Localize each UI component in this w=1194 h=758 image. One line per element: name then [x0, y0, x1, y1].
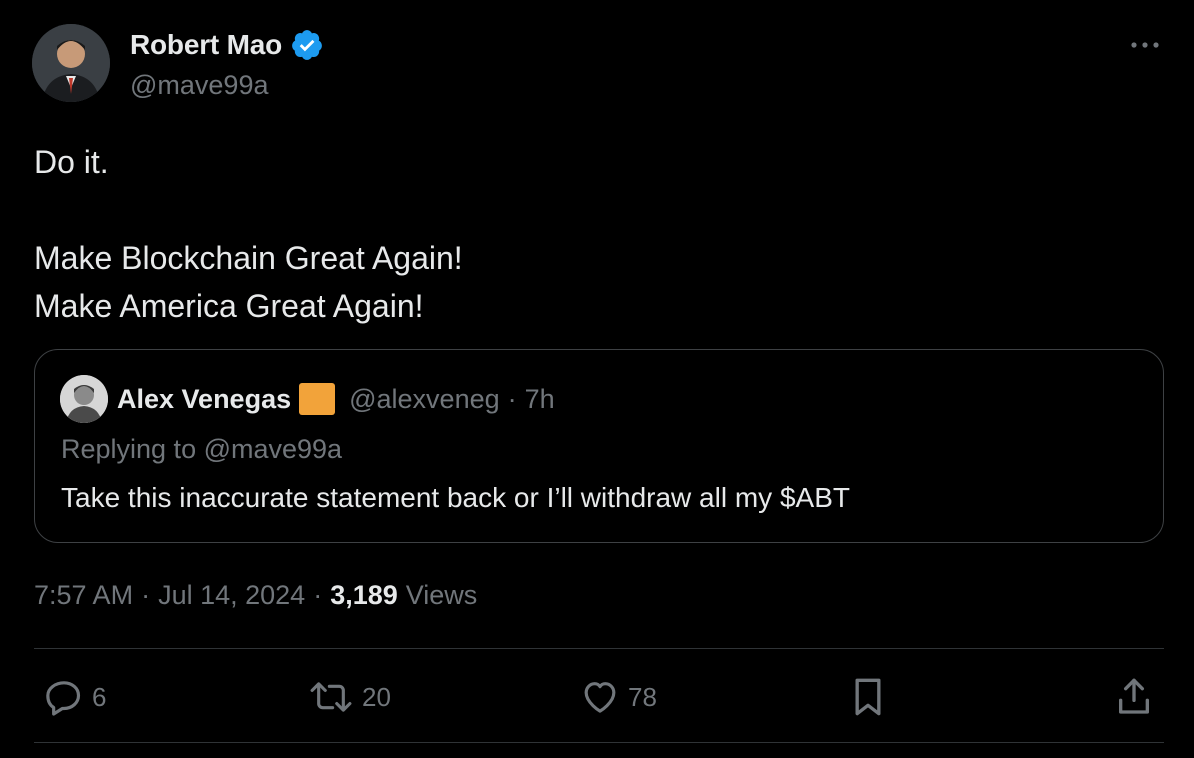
- reply-icon: [46, 681, 81, 716]
- quoted-tweet-card[interactable]: Alex Venegas @alexveneg · 7h Replying to…: [34, 349, 1164, 543]
- author-display-name[interactable]: Robert Mao: [130, 29, 282, 61]
- tweet-text-line: Make America Great Again!: [34, 288, 424, 324]
- heart-icon: [584, 682, 616, 713]
- quoted-author-avatar[interactable]: [60, 375, 108, 423]
- verified-badge-icon[interactable]: [290, 28, 324, 62]
- views-count: 3,189: [330, 580, 398, 610]
- quoted-header: Alex Venegas @alexveneg · 7h: [117, 383, 555, 415]
- tweet: Robert Mao @mave99a Do it. Make Blockcha…: [0, 0, 1194, 758]
- quoted-separator: ·: [507, 383, 517, 414]
- quoted-time: 7h: [524, 383, 555, 414]
- more-dots-icon: [1131, 42, 1159, 48]
- bookmark-button[interactable]: [848, 672, 888, 722]
- avatar-image: [32, 24, 110, 102]
- reply-button[interactable]: 6: [44, 672, 106, 722]
- tweet-text: Do it. Make Blockchain Great Again! Make…: [34, 138, 463, 330]
- action-bar: 6 20 78: [34, 672, 1164, 722]
- author-handle[interactable]: @mave99a: [130, 70, 268, 101]
- tweet-meta: 7:57 AM · Jul 14, 2024 · 3,189 Views: [34, 580, 477, 611]
- quoted-handle: @alexveneg: [349, 383, 500, 414]
- views-label: Views: [405, 580, 478, 610]
- tweet-time[interactable]: 7:57 AM: [34, 580, 133, 611]
- divider: [34, 648, 1164, 649]
- share-icon: [1119, 678, 1149, 714]
- quoted-affiliate-badge-icon: [299, 383, 336, 415]
- tweet-text-line: Do it.: [34, 144, 109, 180]
- quoted-avatar-image: [60, 375, 108, 423]
- meta-separator: ·: [313, 580, 323, 610]
- tweet-text-line: Make Blockchain Great Again!: [34, 240, 463, 276]
- bookmark-icon: [855, 678, 881, 716]
- tweet-text-line: [34, 186, 463, 234]
- quoted-replying-to: Replying to @mave99a: [61, 434, 343, 464]
- tweet-date[interactable]: Jul 14, 2024: [158, 580, 305, 611]
- repost-button[interactable]: 20: [308, 672, 391, 722]
- repost-icon: [310, 682, 352, 712]
- share-button[interactable]: [1114, 672, 1154, 722]
- author-name-row: Robert Mao: [130, 28, 324, 62]
- repost-count: 20: [362, 681, 391, 712]
- reply-count: 6: [92, 681, 107, 712]
- quoted-display-name: Alex Venegas: [117, 383, 292, 414]
- more-options-button[interactable]: [1128, 28, 1162, 62]
- divider: [34, 742, 1164, 743]
- like-button[interactable]: 78: [580, 672, 657, 722]
- author-avatar[interactable]: [32, 24, 110, 102]
- like-count: 78: [628, 681, 657, 712]
- quoted-text: Take this inaccurate statement back or I…: [61, 482, 850, 513]
- meta-separator: ·: [141, 580, 151, 610]
